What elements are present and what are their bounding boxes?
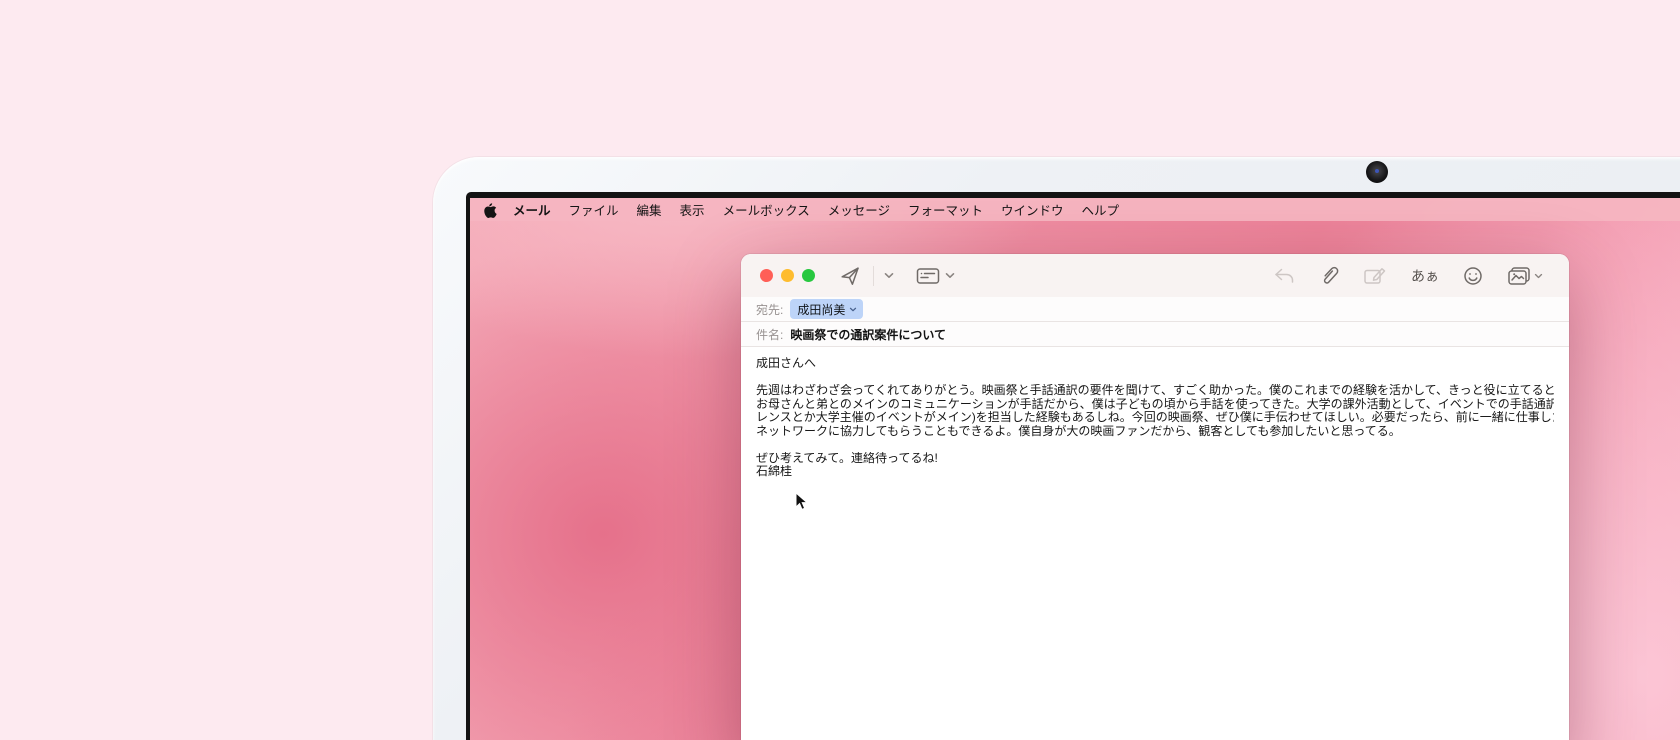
attach-button[interactable] (1319, 265, 1339, 287)
body-line: 先週はわざわざ会ってくれてありがとう。映画祭と手話通訳の要件を聞けて、すごく助か… (756, 384, 1554, 398)
desktop-wallpaper: メール ファイル 編集 表示 メールボックス メッセージ フォーマット ウインド… (470, 198, 1680, 740)
camera-icon (1366, 161, 1388, 183)
toolbar-divider (873, 266, 874, 286)
header-fields-button[interactable] (916, 267, 940, 285)
undo-button[interactable] (1273, 267, 1295, 285)
body-line: お母さんと弟とのメインのコミュニケーションが手話だから、僕は子どもの頃から手話を… (756, 398, 1554, 412)
menu-item-view[interactable]: 表示 (671, 200, 714, 219)
zoom-button[interactable] (802, 269, 815, 282)
chevron-down-icon (884, 272, 894, 279)
menu-item-file[interactable]: ファイル (560, 200, 628, 219)
close-button[interactable] (760, 269, 773, 282)
message-body[interactable]: 成田さんへ 先週はわざわざ会ってくれてありがとう。映画祭と手話通訳の要件を聞けて… (741, 347, 1569, 740)
compose-toolbar: あぁ (741, 254, 1569, 297)
photo-stack-icon (1507, 266, 1531, 286)
signature-compose-icon (1363, 266, 1387, 286)
traffic-lights (760, 269, 815, 282)
compose-window: あぁ (741, 254, 1569, 740)
to-label: 宛先: (756, 301, 783, 318)
chevron-down-icon (1534, 273, 1543, 279)
header-fields-options-button[interactable] (945, 272, 955, 279)
minimize-button[interactable] (781, 269, 794, 282)
body-line (756, 438, 1554, 452)
recipient-token[interactable]: 成田尚美 (790, 299, 863, 319)
menu-item-edit[interactable]: 編集 (628, 200, 671, 219)
subject-label: 件名: (756, 326, 783, 343)
paperclip-icon (1319, 265, 1339, 287)
media-browser-button[interactable] (1507, 266, 1543, 286)
paper-plane-icon (839, 265, 861, 287)
mouse-cursor-icon (795, 492, 808, 511)
chevron-down-icon (945, 272, 955, 279)
token-chevron-icon (849, 307, 857, 312)
body-line (756, 371, 1554, 385)
send-button[interactable] (839, 265, 861, 287)
send-options-button[interactable] (884, 272, 894, 279)
menu-item-format[interactable]: フォーマット (899, 200, 992, 219)
signature-button[interactable] (1363, 266, 1387, 286)
menu-item-mail[interactable]: メール (504, 200, 560, 219)
menu-item-help[interactable]: ヘルプ (1073, 200, 1129, 219)
menu-item-window[interactable]: ウインドウ (992, 200, 1073, 219)
recipient-name: 成田尚美 (797, 301, 845, 318)
body-line: レンスとか大学主催のイベントがメイン)を担当した経験もあるしね。今回の映画祭、ぜ… (756, 411, 1554, 425)
menu-bar: メール ファイル 編集 表示 メールボックス メッセージ フォーマット ウインド… (470, 198, 1680, 221)
emoji-button[interactable] (1463, 266, 1483, 286)
undo-arrow-icon (1273, 267, 1295, 285)
body-line: ぜひ考えてみて。連絡待ってるね! (756, 452, 1554, 466)
format-button[interactable]: あぁ (1411, 266, 1439, 286)
menu-item-message[interactable]: メッセージ (819, 200, 899, 219)
emoji-smiley-icon (1463, 266, 1483, 286)
header-fields-icon (916, 267, 940, 285)
menu-item-mailbox[interactable]: メールボックス (714, 200, 819, 219)
to-field[interactable]: 宛先: 成田尚美 (741, 297, 1569, 322)
body-line: 石綿桂 (756, 465, 1554, 479)
subject-value: 映画祭での通訳案件について (790, 326, 946, 343)
body-line: ネットワークに協力してもらうこともできるよ。僕自身が大の映画ファンだから、観客と… (756, 425, 1554, 439)
apple-menu-icon[interactable] (483, 202, 498, 218)
subject-field[interactable]: 件名: 映画祭での通訳案件について (741, 322, 1569, 347)
screenshot-stage: メール ファイル 編集 表示 メールボックス メッセージ フォーマット ウインド… (0, 0, 1680, 740)
body-line: 成田さんへ (756, 357, 1554, 371)
